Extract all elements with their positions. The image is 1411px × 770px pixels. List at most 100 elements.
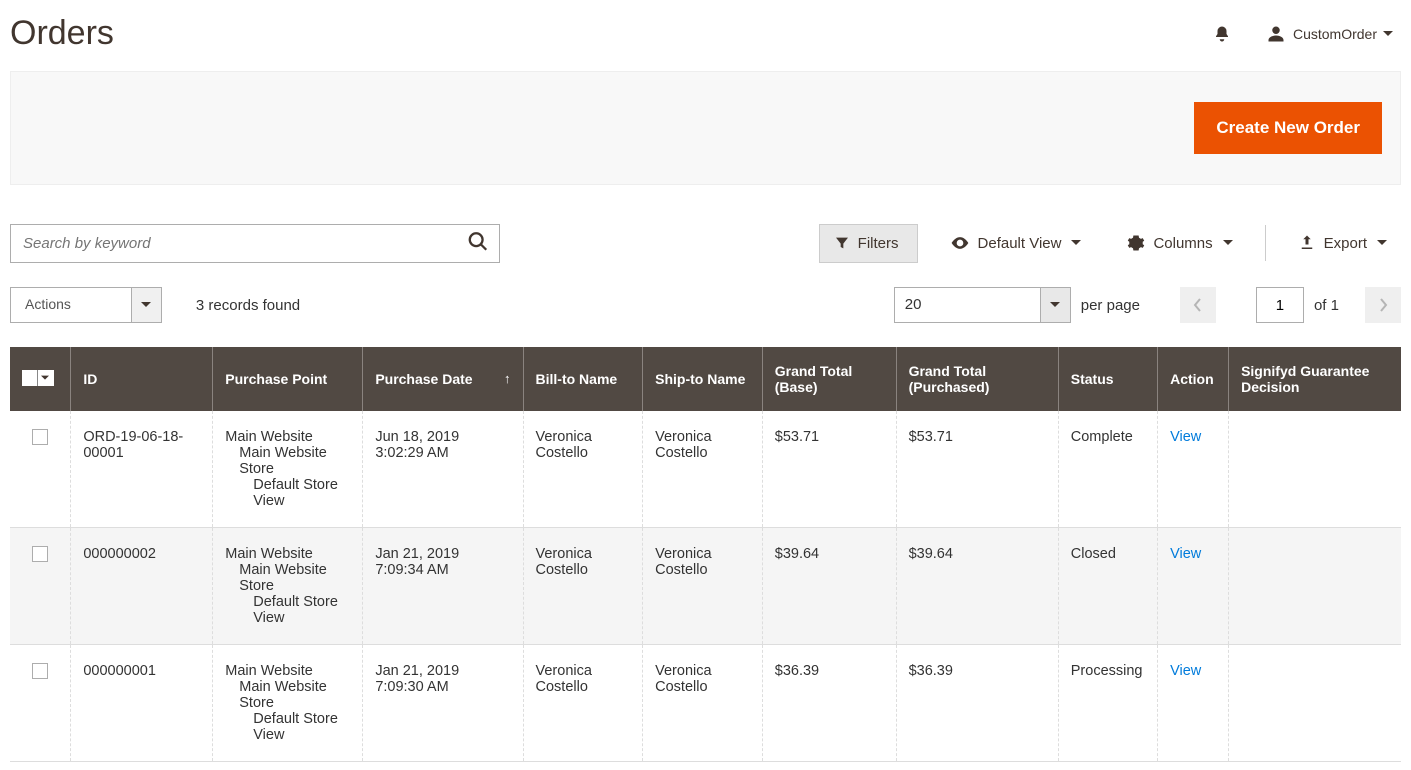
cell-signifyd	[1229, 411, 1401, 528]
export-label: Export	[1324, 235, 1367, 252]
default-view-button[interactable]: Default View	[936, 223, 1096, 263]
col-header-purchase-date-label: Purchase Date	[375, 371, 472, 387]
user-name: CustomOrder	[1293, 26, 1377, 42]
cell-gt-purchased: $36.39	[896, 645, 1058, 762]
cell-action: View	[1158, 528, 1229, 645]
view-link[interactable]: View	[1170, 429, 1201, 445]
table-row[interactable]: ORD-19-06-18-00001Main WebsiteMain Websi…	[10, 411, 1401, 528]
table-header-row: ID Purchase Point Purchase Date ↑ Bill-t…	[10, 347, 1401, 411]
col-header-ship-to[interactable]: Ship-to Name	[643, 347, 763, 411]
caret-down-icon	[1223, 235, 1233, 252]
export-button[interactable]: Export	[1284, 224, 1401, 262]
table-row[interactable]: 000000002Main WebsiteMain Website StoreD…	[10, 528, 1401, 645]
cell-bill-to: Veronica Costello	[523, 411, 643, 528]
search-icon	[467, 231, 489, 253]
cell-gt-purchased: $39.64	[896, 528, 1058, 645]
page-header: Orders CustomOrder	[10, 8, 1401, 71]
chevron-right-icon	[1377, 298, 1389, 312]
toolbar-secondary: Actions 3 records found 20 per page of 1	[10, 287, 1401, 323]
funnel-icon	[834, 235, 850, 251]
cell-status: Complete	[1058, 411, 1157, 528]
cell-purchase-point: Main WebsiteMain Website StoreDefault St…	[213, 528, 363, 645]
cell-action: View	[1158, 645, 1229, 762]
view-link[interactable]: View	[1170, 546, 1201, 562]
page-size-value: 20	[895, 288, 1040, 322]
action-bar: Create New Order	[10, 71, 1401, 185]
per-page-label: per page	[1081, 297, 1140, 314]
search-wrap	[10, 224, 500, 263]
page-size-select[interactable]: 20	[894, 287, 1071, 323]
columns-button[interactable]: Columns	[1113, 224, 1246, 262]
user-menu[interactable]: CustomOrder	[1267, 25, 1401, 43]
cell-gt-base: $36.39	[762, 645, 896, 762]
user-icon	[1267, 25, 1285, 43]
cell-gt-base: $39.64	[762, 528, 896, 645]
cell-action: View	[1158, 411, 1229, 528]
default-view-label: Default View	[978, 235, 1062, 252]
select-all-checkbox[interactable]	[22, 370, 54, 386]
prev-page-button[interactable]	[1180, 287, 1216, 323]
cell-purchase-point: Main WebsiteMain Website StoreDefault St…	[213, 645, 363, 762]
search-button[interactable]	[463, 227, 493, 260]
row-checkbox[interactable]	[32, 663, 48, 679]
col-header-select[interactable]	[10, 347, 71, 411]
col-header-bill-to[interactable]: Bill-to Name	[523, 347, 643, 411]
caret-down-icon	[1377, 235, 1387, 252]
view-link[interactable]: View	[1170, 663, 1201, 679]
filters-button[interactable]: Filters	[819, 224, 918, 263]
notifications-button[interactable]	[1207, 19, 1237, 49]
cell-signifyd	[1229, 645, 1401, 762]
caret-down-icon	[1383, 26, 1401, 42]
cell-ship-to: Veronica Costello	[643, 411, 763, 528]
col-header-action[interactable]: Action	[1158, 347, 1229, 411]
col-header-grand-total-purchased[interactable]: Grand Total (Purchased)	[896, 347, 1058, 411]
col-header-id[interactable]: ID	[71, 347, 213, 411]
col-header-purchase-point[interactable]: Purchase Point	[213, 347, 363, 411]
sort-asc-icon: ↑	[504, 371, 511, 386]
gear-icon	[1127, 234, 1145, 252]
page-title: Orders	[10, 14, 114, 53]
cell-ship-to: Veronica Costello	[643, 645, 763, 762]
eye-icon	[950, 233, 970, 253]
bulk-actions-caret	[131, 288, 161, 322]
records-found: 3 records found	[196, 297, 300, 314]
cell-purchase-point: Main WebsiteMain Website StoreDefault St…	[213, 411, 363, 528]
row-checkbox[interactable]	[32, 546, 48, 562]
orders-table: ID Purchase Point Purchase Date ↑ Bill-t…	[10, 347, 1401, 762]
cell-gt-base: $53.71	[762, 411, 896, 528]
next-page-button[interactable]	[1365, 287, 1401, 323]
filters-label: Filters	[858, 235, 899, 252]
cell-id: ORD-19-06-18-00001	[71, 411, 213, 528]
search-input[interactable]	[11, 225, 499, 262]
cell-ship-to: Veronica Costello	[643, 528, 763, 645]
export-icon	[1298, 234, 1316, 252]
cell-status: Processing	[1058, 645, 1157, 762]
columns-label: Columns	[1153, 235, 1212, 252]
current-page-input[interactable]	[1256, 287, 1304, 323]
cell-purchase-date: Jun 18, 2019 3:02:29 AM	[363, 411, 523, 528]
bell-icon	[1213, 24, 1231, 44]
col-header-status[interactable]: Status	[1058, 347, 1157, 411]
bulk-actions-label: Actions	[11, 288, 131, 322]
cell-signifyd	[1229, 528, 1401, 645]
col-header-grand-total-base[interactable]: Grand Total (Base)	[762, 347, 896, 411]
row-checkbox[interactable]	[32, 429, 48, 445]
cell-purchase-date: Jan 21, 2019 7:09:34 AM	[363, 528, 523, 645]
chevron-left-icon	[1192, 298, 1204, 312]
cell-id: 000000002	[71, 528, 213, 645]
cell-bill-to: Veronica Costello	[523, 645, 643, 762]
create-new-order-button[interactable]: Create New Order	[1194, 102, 1382, 154]
col-header-signifyd[interactable]: Signifyd Guarantee Decision	[1229, 347, 1401, 411]
toolbar: Filters Default View Columns Export	[10, 223, 1401, 263]
cell-status: Closed	[1058, 528, 1157, 645]
page-size-caret	[1040, 288, 1070, 322]
table-row[interactable]: 000000001Main WebsiteMain Website StoreD…	[10, 645, 1401, 762]
bulk-actions-select[interactable]: Actions	[10, 287, 162, 323]
separator	[1265, 225, 1266, 261]
caret-down-icon	[1071, 235, 1081, 252]
col-header-purchase-date[interactable]: Purchase Date ↑	[363, 347, 523, 411]
cell-gt-purchased: $53.71	[896, 411, 1058, 528]
cell-purchase-date: Jan 21, 2019 7:09:30 AM	[363, 645, 523, 762]
cell-bill-to: Veronica Costello	[523, 528, 643, 645]
cell-id: 000000001	[71, 645, 213, 762]
